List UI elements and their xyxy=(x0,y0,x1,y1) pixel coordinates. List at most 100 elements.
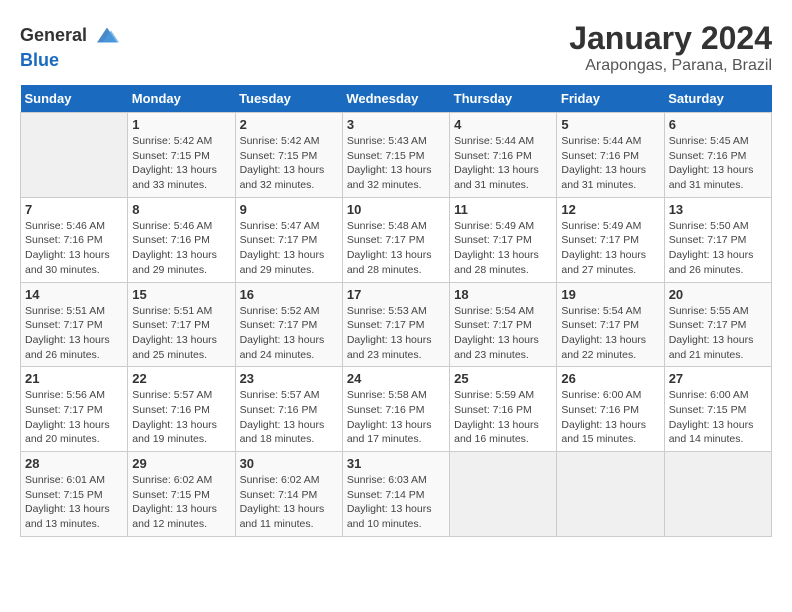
day-number: 14 xyxy=(25,287,123,302)
calendar-cell: 13Sunrise: 5:50 AM Sunset: 7:17 PM Dayli… xyxy=(664,197,771,282)
day-number: 25 xyxy=(454,371,552,386)
day-info: Sunrise: 5:42 AM Sunset: 7:15 PM Dayligh… xyxy=(132,134,230,193)
column-header-friday: Friday xyxy=(557,85,664,113)
logo-blue-line: Blue xyxy=(20,50,59,71)
calendar-table: SundayMondayTuesdayWednesdayThursdayFrid… xyxy=(20,85,772,537)
calendar-cell: 5 Sunrise: 5:44 AM Sunset: 7:16 PM Daylig… xyxy=(557,113,664,198)
day-info: Sunrise: 5:55 AM Sunset: 7:17 PM Dayligh… xyxy=(669,304,767,363)
day-info: Sunrise: 5:49 AM Sunset: 7:17 PM Dayligh… xyxy=(561,219,659,278)
day-number: 15 xyxy=(132,287,230,302)
calendar-week-3: 14 Sunrise: 5:51 AM Sunset: 7:17 PM Dayli… xyxy=(21,282,772,367)
day-info: Sunrise: 5:44 AM Sunset: 7:16 PM Dayligh… xyxy=(561,134,659,193)
calendar-cell: 7 Sunrise: 5:46 AM Sunset: 7:16 PM Daylig… xyxy=(21,197,128,282)
day-number: 19 xyxy=(561,287,659,302)
day-info: Sunrise: 6:00 AM Sunset: 7:15 PM Dayligh… xyxy=(669,388,767,447)
day-number: 28 xyxy=(25,456,123,471)
calendar-cell: 14 Sunrise: 5:51 AM Sunset: 7:17 PM Dayli… xyxy=(21,282,128,367)
day-number: 11 xyxy=(454,202,552,217)
calendar-cell xyxy=(450,452,557,537)
calendar-week-5: 28Sunrise: 6:01 AM Sunset: 7:15 PM Dayli… xyxy=(21,452,772,537)
day-number: 2 xyxy=(240,117,338,132)
day-info: Sunrise: 5:51 AM Sunset: 7:17 PM Dayligh… xyxy=(132,304,230,363)
day-info: Sunrise: 5:47 AM Sunset: 7:17 PM Dayligh… xyxy=(240,219,338,278)
column-header-monday: Monday xyxy=(128,85,235,113)
calendar-week-4: 21 Sunrise: 5:56 AM Sunset: 7:17 PM Dayli… xyxy=(21,367,772,452)
day-number: 24 xyxy=(347,371,445,386)
calendar-cell: 19Sunrise: 5:54 AM Sunset: 7:17 PM Dayli… xyxy=(557,282,664,367)
day-number: 17 xyxy=(347,287,445,302)
day-number: 26 xyxy=(561,371,659,386)
calendar-cell: 6 Sunrise: 5:45 AM Sunset: 7:16 PM Daylig… xyxy=(664,113,771,198)
calendar-cell: 15 Sunrise: 5:51 AM Sunset: 7:17 PM Dayli… xyxy=(128,282,235,367)
column-header-saturday: Saturday xyxy=(664,85,771,113)
calendar-cell xyxy=(664,452,771,537)
logo-blue: Blue xyxy=(20,50,59,70)
day-info: Sunrise: 5:45 AM Sunset: 7:16 PM Dayligh… xyxy=(669,134,767,193)
calendar-cell: 18Sunrise: 5:54 AM Sunset: 7:17 PM Dayli… xyxy=(450,282,557,367)
day-info: Sunrise: 6:02 AM Sunset: 7:14 PM Dayligh… xyxy=(240,473,338,532)
day-number: 1 xyxy=(132,117,230,132)
day-number: 30 xyxy=(240,456,338,471)
day-info: Sunrise: 5:57 AM Sunset: 7:16 PM Dayligh… xyxy=(132,388,230,447)
calendar-cell: 22 Sunrise: 5:57 AM Sunset: 7:16 PM Dayli… xyxy=(128,367,235,452)
day-info: Sunrise: 5:50 AM Sunset: 7:17 PM Dayligh… xyxy=(669,219,767,278)
day-number: 8 xyxy=(132,202,230,217)
day-info: Sunrise: 5:46 AM Sunset: 7:16 PM Dayligh… xyxy=(25,219,123,278)
calendar-cell xyxy=(557,452,664,537)
calendar-cell: 10Sunrise: 5:48 AM Sunset: 7:17 PM Dayli… xyxy=(342,197,449,282)
logo: General Blue xyxy=(20,20,119,71)
calendar-week-1: 1 Sunrise: 5:42 AM Sunset: 7:15 PM Daylig… xyxy=(21,113,772,198)
day-info: Sunrise: 5:43 AM Sunset: 7:15 PM Dayligh… xyxy=(347,134,445,193)
day-number: 7 xyxy=(25,202,123,217)
day-number: 4 xyxy=(454,117,552,132)
calendar-cell: 9Sunrise: 5:47 AM Sunset: 7:17 PM Daylig… xyxy=(235,197,342,282)
calendar-cell: 23Sunrise: 5:57 AM Sunset: 7:16 PM Dayli… xyxy=(235,367,342,452)
day-info: Sunrise: 5:59 AM Sunset: 7:16 PM Dayligh… xyxy=(454,388,552,447)
day-number: 12 xyxy=(561,202,659,217)
calendar-cell: 17 Sunrise: 5:53 AM Sunset: 7:17 PM Dayli… xyxy=(342,282,449,367)
day-number: 3 xyxy=(347,117,445,132)
day-number: 6 xyxy=(669,117,767,132)
calendar-cell: 1 Sunrise: 5:42 AM Sunset: 7:15 PM Daylig… xyxy=(128,113,235,198)
calendar-cell: 8 Sunrise: 5:46 AM Sunset: 7:16 PM Daylig… xyxy=(128,197,235,282)
calendar-cell: 25 Sunrise: 5:59 AM Sunset: 7:16 PM Dayli… xyxy=(450,367,557,452)
calendar-cell: 2Sunrise: 5:42 AM Sunset: 7:15 PM Daylig… xyxy=(235,113,342,198)
day-info: Sunrise: 5:57 AM Sunset: 7:16 PM Dayligh… xyxy=(240,388,338,447)
day-number: 16 xyxy=(240,287,338,302)
calendar-cell: 20Sunrise: 5:55 AM Sunset: 7:17 PM Dayli… xyxy=(664,282,771,367)
calendar-cell: 30 Sunrise: 6:02 AM Sunset: 7:14 PM Dayli… xyxy=(235,452,342,537)
calendar-cell: 31Sunrise: 6:03 AM Sunset: 7:14 PM Dayli… xyxy=(342,452,449,537)
day-info: Sunrise: 5:46 AM Sunset: 7:16 PM Dayligh… xyxy=(132,219,230,278)
logo-icon xyxy=(89,20,119,50)
day-info: Sunrise: 5:54 AM Sunset: 7:17 PM Dayligh… xyxy=(454,304,552,363)
title-section: January 2024 Arapongas, Parana, Brazil xyxy=(569,20,772,75)
day-number: 27 xyxy=(669,371,767,386)
day-info: Sunrise: 5:53 AM Sunset: 7:17 PM Dayligh… xyxy=(347,304,445,363)
page-subtitle: Arapongas, Parana, Brazil xyxy=(569,57,772,75)
day-info: Sunrise: 5:56 AM Sunset: 7:17 PM Dayligh… xyxy=(25,388,123,447)
day-number: 5 xyxy=(561,117,659,132)
calendar-cell: 4Sunrise: 5:44 AM Sunset: 7:16 PM Daylig… xyxy=(450,113,557,198)
calendar-cell xyxy=(21,113,128,198)
column-header-tuesday: Tuesday xyxy=(235,85,342,113)
calendar-header-row: SundayMondayTuesdayWednesdayThursdayFrid… xyxy=(21,85,772,113)
calendar-cell: 21 Sunrise: 5:56 AM Sunset: 7:17 PM Dayli… xyxy=(21,367,128,452)
day-number: 21 xyxy=(25,371,123,386)
calendar-cell: 29Sunrise: 6:02 AM Sunset: 7:15 PM Dayli… xyxy=(128,452,235,537)
calendar-week-2: 7 Sunrise: 5:46 AM Sunset: 7:16 PM Daylig… xyxy=(21,197,772,282)
logo-text: General xyxy=(20,20,119,50)
day-info: Sunrise: 5:58 AM Sunset: 7:16 PM Dayligh… xyxy=(347,388,445,447)
day-info: Sunrise: 5:48 AM Sunset: 7:17 PM Dayligh… xyxy=(347,219,445,278)
column-header-wednesday: Wednesday xyxy=(342,85,449,113)
calendar-cell: 11Sunrise: 5:49 AM Sunset: 7:17 PM Dayli… xyxy=(450,197,557,282)
calendar-cell: 16 Sunrise: 5:52 AM Sunset: 7:17 PM Dayli… xyxy=(235,282,342,367)
day-number: 22 xyxy=(132,371,230,386)
day-info: Sunrise: 5:52 AM Sunset: 7:17 PM Dayligh… xyxy=(240,304,338,363)
day-number: 31 xyxy=(347,456,445,471)
column-header-thursday: Thursday xyxy=(450,85,557,113)
calendar-cell: 27 Sunrise: 6:00 AM Sunset: 7:15 PM Dayli… xyxy=(664,367,771,452)
logo-general: General xyxy=(20,25,87,46)
day-info: Sunrise: 5:51 AM Sunset: 7:17 PM Dayligh… xyxy=(25,304,123,363)
page-header: General Blue January 2024 Arapongas, Par… xyxy=(20,20,772,75)
day-info: Sunrise: 6:00 AM Sunset: 7:16 PM Dayligh… xyxy=(561,388,659,447)
